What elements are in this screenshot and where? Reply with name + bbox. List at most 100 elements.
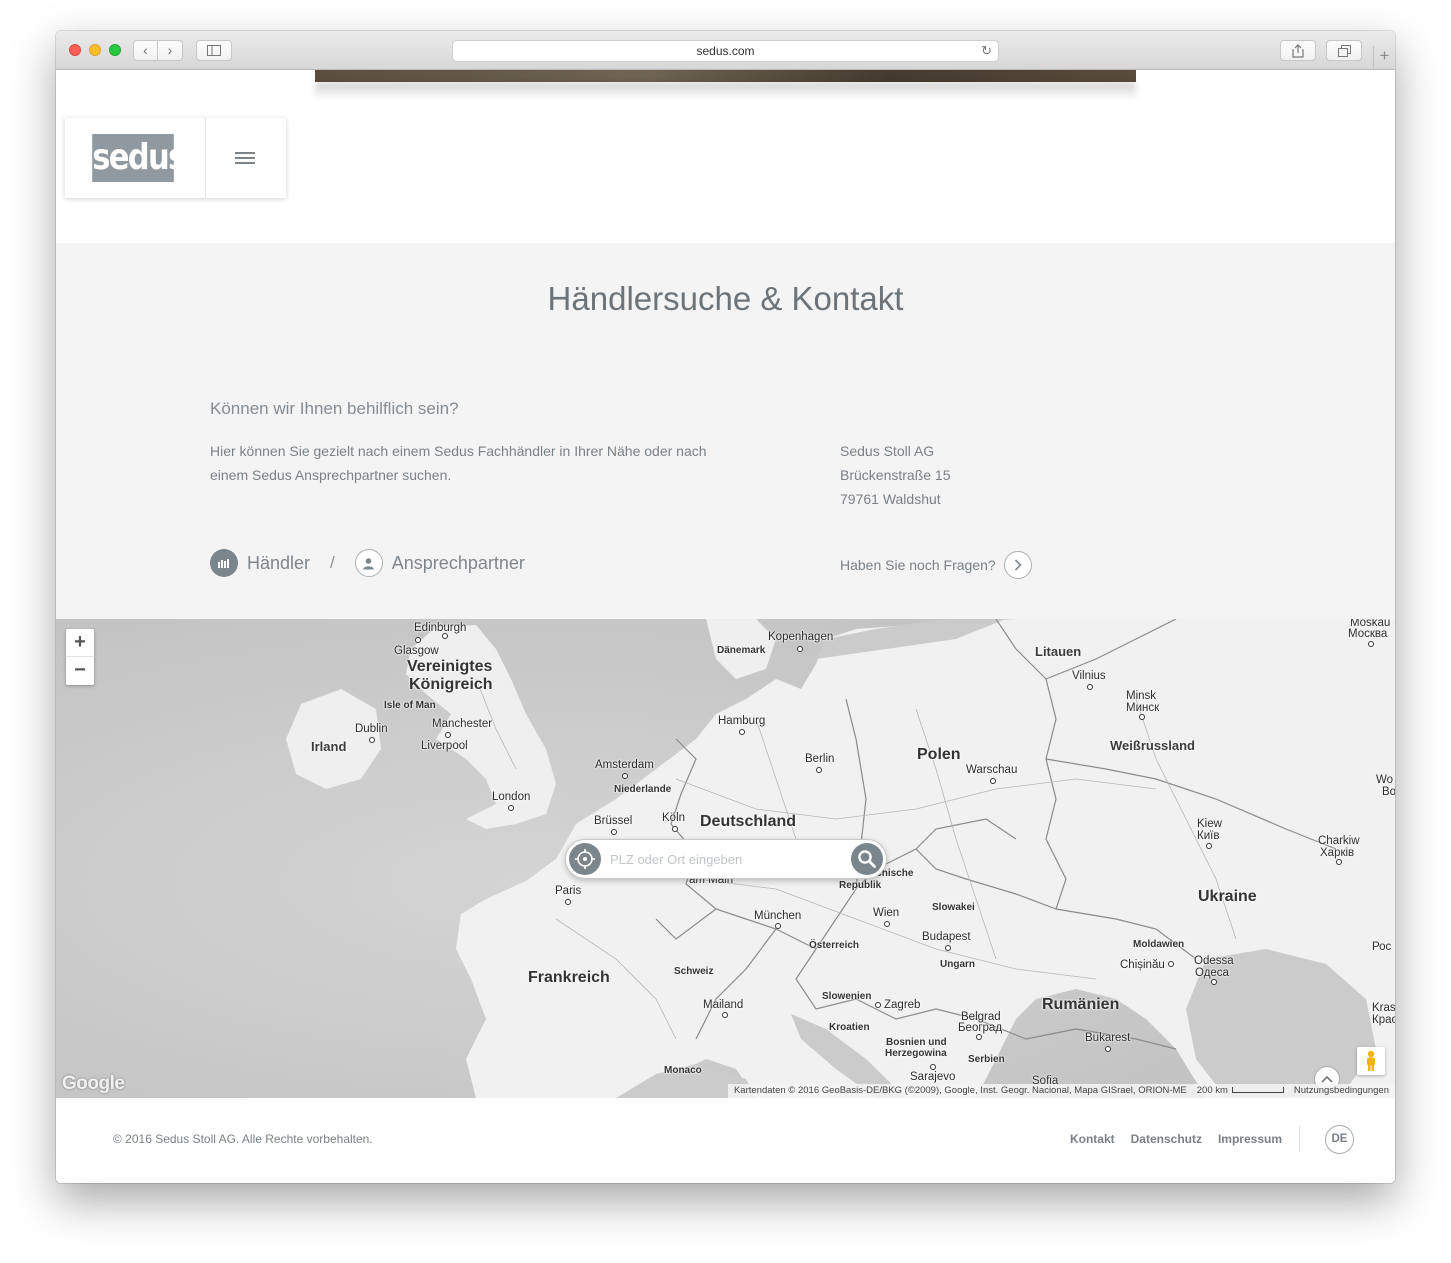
map-label: Минск bbox=[1126, 702, 1160, 714]
map-label: Одеса bbox=[1195, 967, 1229, 979]
menu-button[interactable] bbox=[235, 150, 255, 166]
contact-section: Händlersuche & Kontakt Können wir Ihnen … bbox=[56, 243, 1395, 619]
share-button[interactable] bbox=[1280, 40, 1316, 61]
map-label: Dublin bbox=[355, 723, 388, 735]
map-label: Minsk bbox=[1126, 690, 1157, 702]
map-label: Manchester bbox=[432, 718, 493, 730]
city-marker bbox=[884, 921, 890, 927]
language-switcher[interactable]: DE bbox=[1325, 1125, 1354, 1154]
page-footer: © 2016 Sedus Stoll AG. Alle Rechte vorbe… bbox=[56, 1098, 1395, 1183]
map-label: Kopenhagen bbox=[768, 631, 834, 643]
city-marker bbox=[945, 945, 951, 951]
map-label: Deutschland bbox=[700, 813, 797, 830]
attribution-text: Kartendaten © 2016 GeoBasis-DE/BKG (©200… bbox=[733, 1085, 1187, 1096]
map-label: Mailand bbox=[703, 999, 744, 1011]
map-label: Brüssel bbox=[594, 815, 633, 827]
map-label: Polen bbox=[917, 746, 961, 763]
city-marker bbox=[565, 899, 571, 905]
city-marker bbox=[1211, 979, 1217, 985]
person-icon bbox=[354, 549, 383, 577]
help-question: Können wir Ihnen behilflich sein? bbox=[210, 399, 459, 418]
building-icon bbox=[210, 549, 238, 577]
city-marker bbox=[1206, 843, 1212, 849]
map-label: Ukraine bbox=[1198, 888, 1257, 905]
map-label: Glasgow bbox=[394, 645, 439, 657]
search-icon bbox=[858, 850, 876, 868]
map-attribution: Kartendaten © 2016 GeoBasis-DE/BKG (©200… bbox=[727, 1084, 1395, 1098]
close-window-button[interactable] bbox=[69, 44, 81, 56]
sidebar-icon bbox=[207, 45, 221, 56]
map-label: Sarajevo bbox=[910, 1071, 956, 1083]
tabs-overview-button[interactable] bbox=[1326, 40, 1362, 61]
hero-image-edge bbox=[315, 70, 1136, 82]
map-label: Niederlande bbox=[614, 784, 672, 795]
map-label: Charkiw bbox=[1318, 835, 1360, 847]
map-label: Bukarest bbox=[1085, 1032, 1131, 1044]
footer-link-datenschutz[interactable]: Datenschutz bbox=[1131, 1132, 1202, 1146]
tab-ansprechpartner[interactable]: Ansprechpartner bbox=[354, 549, 525, 577]
chevron-right-icon: › bbox=[167, 42, 173, 58]
footer-divider bbox=[1299, 1126, 1300, 1152]
map-label: Odessa bbox=[1194, 955, 1234, 967]
footer-link-kontakt[interactable]: Kontakt bbox=[1070, 1132, 1115, 1146]
map-label: Köln bbox=[662, 812, 686, 824]
city-marker bbox=[976, 1034, 982, 1040]
city-marker bbox=[508, 805, 514, 811]
footer-link-impressum[interactable]: Impressum bbox=[1218, 1132, 1282, 1146]
web-page: sedus Händlersuche & Kontakt Können wir … bbox=[56, 70, 1395, 1183]
map-label: Београд bbox=[958, 1022, 1003, 1034]
map-label: Budapest bbox=[922, 931, 971, 943]
map-scale: 200 km bbox=[1197, 1085, 1284, 1097]
map-label: Berlin bbox=[805, 753, 835, 765]
city-marker bbox=[722, 1012, 728, 1018]
sidebar-toggle-button[interactable] bbox=[196, 40, 232, 61]
city-marker bbox=[445, 732, 451, 738]
tab-label: Händler bbox=[247, 552, 311, 573]
map-label: Wo bbox=[1376, 774, 1394, 786]
tab-haendler[interactable]: Händler bbox=[210, 549, 310, 577]
intro-text: Hier können Sie gezielt nach einem Sedus… bbox=[210, 439, 710, 487]
intro-line: Hier können Sie gezielt nach einem Sedus… bbox=[210, 443, 707, 459]
hero-shadow bbox=[315, 82, 1136, 100]
reload-icon[interactable]: ↻ bbox=[981, 41, 992, 61]
map-label: Litauen bbox=[1035, 644, 1082, 659]
sedus-logo[interactable]: sedus bbox=[92, 134, 186, 182]
map-label: Frankreich bbox=[528, 969, 610, 986]
location-search-input[interactable] bbox=[610, 849, 840, 869]
faq-label: Haben Sie noch Fragen? bbox=[840, 557, 996, 573]
map-label: Рос bbox=[1372, 941, 1392, 953]
location-search-box bbox=[565, 839, 887, 879]
new-tab-button[interactable]: + bbox=[1373, 46, 1395, 70]
map-label: Ungarn bbox=[940, 959, 975, 970]
back-button[interactable]: ‹ bbox=[133, 40, 158, 61]
map-label: Warschau bbox=[966, 764, 1018, 776]
zoom-in-button[interactable]: + bbox=[66, 629, 94, 657]
locate-me-button[interactable] bbox=[569, 843, 601, 875]
search-button[interactable] bbox=[851, 843, 883, 875]
city-marker bbox=[990, 778, 996, 784]
city-marker bbox=[672, 826, 678, 832]
zoom-out-button[interactable]: − bbox=[66, 657, 94, 685]
map-label: London bbox=[492, 791, 531, 803]
crosshair-icon bbox=[575, 849, 595, 869]
map-label: Vereinigtes bbox=[407, 658, 493, 675]
map-label: Amsterdam bbox=[595, 759, 654, 771]
map-label: Monaco bbox=[664, 1065, 702, 1076]
forward-button[interactable]: › bbox=[158, 40, 183, 61]
map-label: Крас bbox=[1372, 1014, 1395, 1026]
map-label: Slowenien bbox=[822, 991, 872, 1002]
city-marker bbox=[369, 737, 375, 743]
street-view-button[interactable] bbox=[1357, 1047, 1385, 1075]
map-label: Zagreb bbox=[884, 999, 921, 1011]
zoom-window-button[interactable] bbox=[109, 44, 121, 56]
map-label: Bo bbox=[1382, 786, 1395, 798]
company-street: Brückenstraße 15 bbox=[840, 467, 951, 483]
city-marker bbox=[1336, 859, 1342, 865]
company-name: Sedus Stoll AG bbox=[840, 443, 935, 459]
minimize-window-button[interactable] bbox=[89, 44, 101, 56]
faq-link[interactable]: Haben Sie noch Fragen? bbox=[840, 551, 1032, 579]
dealer-map[interactable]: + − Edinburgh Glasgow Vereinigtes Königr… bbox=[56, 619, 1395, 1098]
terms-link[interactable]: Nutzungsbedingungen bbox=[1294, 1085, 1389, 1097]
address-bar[interactable]: sedus.com ↻ bbox=[452, 40, 999, 62]
city-marker bbox=[622, 773, 628, 779]
